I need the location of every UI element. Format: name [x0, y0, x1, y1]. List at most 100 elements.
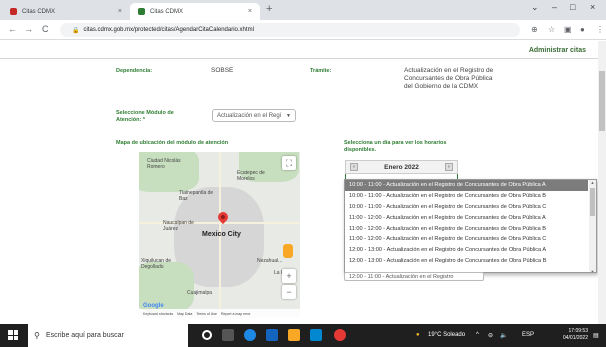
modulo-label: Seleccione Módulo de Atención: * [116, 110, 174, 123]
store-icon[interactable] [310, 329, 322, 341]
tab-favicon-icon [10, 8, 17, 15]
back-button[interactable]: ← [8, 24, 17, 34]
horario-listbox[interactable]: 10:00 - 11:00 - Actualización en el Regi… [344, 179, 597, 273]
prev-month-button[interactable]: ‹ [350, 163, 358, 171]
modulo-select-value: Actualización en el Regi [217, 112, 282, 119]
map-city-label: Mexico City [202, 231, 241, 238]
taskbar-search-placeholder: Escribe aquí para buscar [46, 332, 124, 339]
search-icon: ⚲ [34, 331, 40, 340]
zoom-out-button[interactable]: − [282, 285, 296, 299]
maximize-button[interactable]: □ [570, 2, 575, 12]
map-footer-link[interactable]: Report a map error [221, 312, 251, 316]
scroll-down-icon[interactable]: ▼ [589, 269, 596, 272]
listbox-scrollbar[interactable]: ▲ ▼ [589, 180, 596, 272]
mapa-label: Mapa de ubicación del módulo de atención [116, 140, 229, 146]
chevron-down-icon: ▼ [286, 112, 291, 119]
scrollbar-thumb[interactable] [590, 188, 595, 216]
tray-chevron-icon[interactable]: ^ [476, 332, 479, 338]
next-month-button[interactable]: › [445, 163, 453, 171]
weather-text[interactable]: 19°C Soleado [428, 332, 465, 338]
tab-title: Citas CDMX [150, 8, 184, 15]
page-scrollbar-thumb[interactable] [599, 71, 605, 131]
horario-option[interactable]: 12:00 - 13:00 - Actualización en el Regi… [345, 256, 588, 267]
horario-option[interactable]: 12:00 - 13:00 - Actualización en el Regi… [345, 245, 588, 256]
page-scrollbar[interactable] [598, 41, 606, 324]
browser-toolbar: ← → C 🔒 citas.cdmx.gob.mx/protected/cita… [0, 20, 606, 40]
admin-citas-link[interactable]: Administrar citas [529, 47, 586, 54]
mail-icon[interactable] [266, 329, 278, 341]
reload-button[interactable]: C [42, 24, 49, 34]
sidebar-icon[interactable]: ▣ [564, 25, 572, 34]
map-label: Naucalpan de Juárez [163, 220, 194, 232]
horario-option[interactable]: 10:00 - 11:00 - Actualización en el Regi… [345, 191, 588, 202]
url-text: citas.cdmx.gob.mx/protected/citas/Agenda… [83, 27, 254, 33]
tab-close-icon[interactable]: × [248, 8, 252, 15]
bookmark-star-icon[interactable]: ☆ [548, 25, 555, 34]
calendar-month: Enero 2022 [384, 163, 419, 171]
dia-label: Selecciona un día para ver los horarios … [344, 140, 447, 153]
map-label: Cuajimalpa [187, 290, 213, 296]
tab-favicon-icon [138, 8, 145, 15]
clock-time: 17:09:53 [568, 328, 588, 334]
forward-button[interactable]: → [24, 24, 33, 34]
browser-tab-strip: Citas CDMX × Citas CDMX × + ⌄ – □ × [0, 0, 606, 20]
file-explorer-icon[interactable] [288, 329, 300, 341]
map-footer: Keyboard shortcuts Map Data Terms of Use… [139, 309, 300, 318]
location-map[interactable]: Ciudad Nicolás Romero Ecatepec de Morelo… [139, 152, 300, 318]
map-label: Nezahual... [257, 258, 283, 264]
horario-option[interactable]: 11:00 - 12:00 - Actualización en el Regi… [345, 223, 588, 234]
tab-title: Citas CDMX [22, 8, 56, 15]
map-footer-link[interactable]: Terms of Use [196, 312, 217, 316]
tab-close-icon[interactable]: × [118, 8, 122, 15]
volume-icon[interactable]: 🔈 [500, 332, 507, 339]
horario-option[interactable]: 10:00 - 11:00 - Actualización en el Regi… [345, 180, 588, 191]
pegman-icon[interactable] [283, 244, 293, 258]
task-view-icon[interactable] [222, 329, 234, 341]
tramite-label: Trámite: [310, 68, 332, 74]
browser-tab-1[interactable]: Citas CDMX × [2, 3, 130, 20]
chrome-icon[interactable] [334, 329, 346, 341]
minimize-button[interactable]: – [552, 2, 557, 12]
windows-start-icon[interactable] [8, 330, 18, 340]
dependencia-label: Dependencia: [116, 68, 153, 74]
fullscreen-icon[interactable]: ⛶ [282, 156, 296, 170]
profile-icon[interactable]: ● [580, 25, 585, 34]
calendar-header: ‹ Enero 2022 › [345, 160, 458, 174]
notification-icon[interactable]: ▤ [593, 332, 599, 339]
horario-select-value: 12:00 - 11:00 - Actualización en el Regi… [349, 273, 454, 280]
network-icon[interactable]: ⊖ [488, 332, 493, 339]
close-window-button[interactable]: × [590, 2, 595, 12]
horario-option[interactable]: 10:00 - 11:00 - Actualización en el Regi… [345, 202, 588, 213]
menu-icon[interactable]: ⋮ [596, 25, 604, 34]
lock-icon: 🔒 [72, 27, 80, 34]
map-label: Ecatepec de Morelos [237, 170, 265, 182]
address-bar[interactable]: 🔒 citas.cdmx.gob.mx/protected/citas/Agen… [60, 23, 520, 37]
map-footer-link[interactable]: Map Data [177, 312, 192, 316]
scroll-up-icon[interactable]: ▲ [589, 180, 596, 185]
horario-option[interactable]: 11:00 - 12:00 - Actualización en el Regi… [345, 212, 588, 223]
horario-option[interactable]: 11:00 - 12:00 - Actualización en el Regi… [345, 234, 588, 245]
map-label: Xiquilucan de Degollado [141, 258, 172, 270]
window-dropdown-icon[interactable]: ⌄ [531, 2, 539, 13]
language-indicator[interactable]: ESP [522, 332, 534, 338]
edge-icon[interactable] [244, 329, 256, 341]
taskbar-search[interactable]: ⚲ Escribe aquí para buscar [28, 324, 188, 347]
modulo-select[interactable]: Actualización en el Regi ▼ [212, 109, 296, 122]
map-label: Tlalnepantla de Baz [179, 190, 214, 202]
clock[interactable]: 17:09:53 04/01/2022 [563, 328, 588, 342]
extension-icon[interactable]: ⊕ [531, 25, 538, 34]
map-label: Ciudad Nicolás Romero [147, 158, 181, 170]
zoom-in-button[interactable]: + [282, 269, 296, 283]
top-bar: Administrar citas [0, 41, 598, 59]
horario-select[interactable]: 12:00 - 11:00 - Actualización en el Regi… [344, 272, 484, 281]
new-tab-button[interactable]: + [266, 3, 272, 15]
weather-sun-icon: ● [416, 332, 420, 338]
browser-tab-2[interactable]: Citas CDMX × [130, 3, 260, 20]
cortana-icon[interactable] [202, 330, 212, 340]
map-footer-link[interactable]: Keyboard shortcuts [143, 312, 173, 316]
clock-date: 04/01/2022 [562, 335, 588, 341]
tramite-value: Actualización en el Registro de Concursa… [404, 67, 494, 90]
page-content: Administrar citas Dependencia: SOBSE Trá… [0, 41, 606, 324]
taskbar: ⚲ Escribe aquí para buscar ● 19°C Solead… [0, 324, 606, 347]
dependencia-value: SOBSE [211, 67, 234, 74]
